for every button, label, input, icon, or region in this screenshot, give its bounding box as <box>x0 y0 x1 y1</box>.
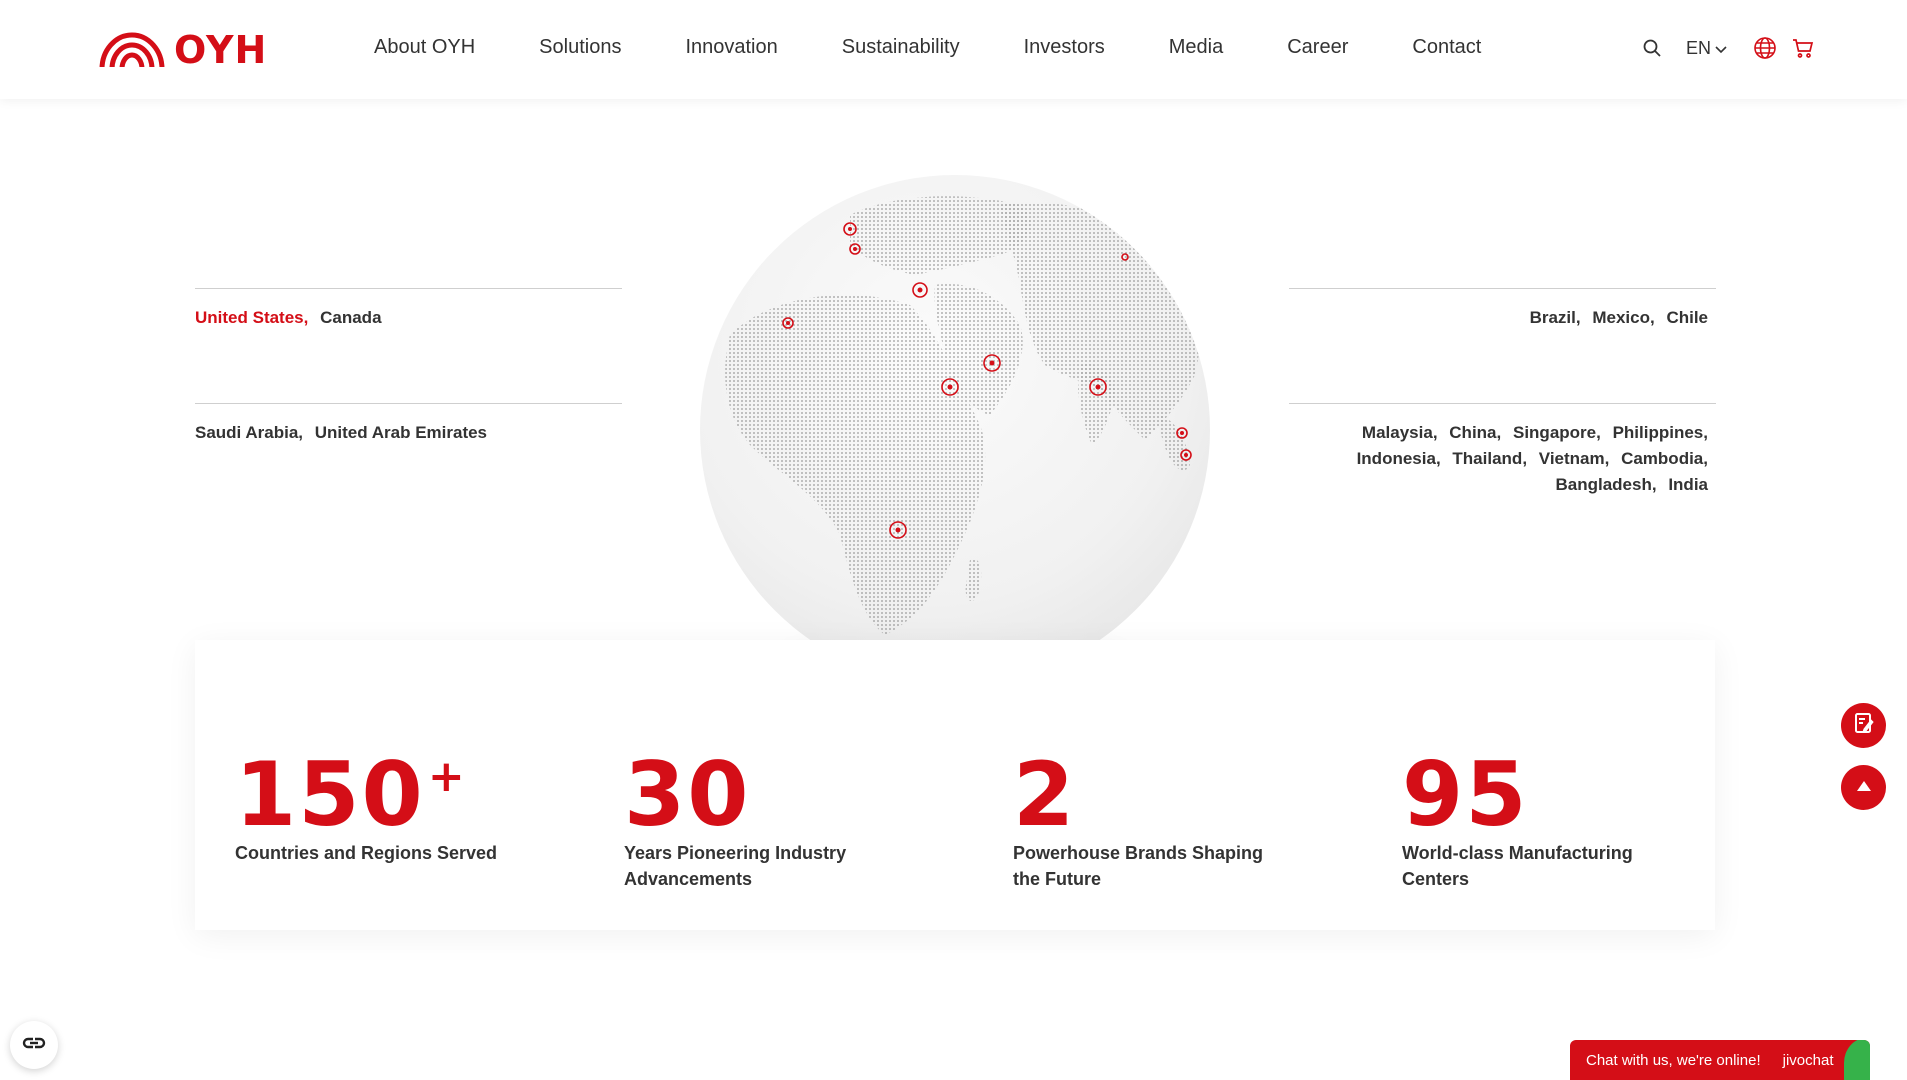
accessibility-button[interactable] <box>10 1021 58 1069</box>
cart-icon[interactable] <box>1791 36 1815 60</box>
arrow-up-icon <box>1856 779 1872 797</box>
inquiry-form-button[interactable] <box>1841 703 1886 748</box>
country-malaysia[interactable]: Malaysia, <box>1362 423 1438 442</box>
stat-label: World-class Manufacturing Centers <box>1402 843 1633 889</box>
stat-countries: 150 + Countries and Regions Served <box>235 750 497 866</box>
chevron-down-icon <box>1715 38 1727 59</box>
logo-arc-icon <box>98 32 168 71</box>
chat-text: Chat with us, we're online! <box>1586 1051 1761 1069</box>
edit-form-icon <box>1852 711 1876 740</box>
stats-card: 150 + Countries and Regions Served 30 Yea… <box>195 640 1715 930</box>
oyh-logo[interactable]: OYH <box>98 28 267 72</box>
country-saudi-arabia[interactable]: Saudi Arabia, <box>195 423 303 442</box>
country-thailand[interactable]: Thailand, <box>1452 449 1527 468</box>
region-list-north-america: United States, Canada <box>195 288 622 331</box>
language-selector[interactable]: EN <box>1686 38 1727 59</box>
nav-contact[interactable]: Contact <box>1412 36 1481 59</box>
search-icon[interactable] <box>1640 36 1664 60</box>
chat-status-indicator <box>1844 1040 1870 1080</box>
nav-sustainability[interactable]: Sustainability <box>842 36 960 59</box>
accessibility-icon <box>21 1035 47 1056</box>
nav-career[interactable]: Career <box>1287 36 1348 59</box>
country-brazil[interactable]: Brazil, <box>1530 308 1581 327</box>
stat-number: 150 + <box>235 750 465 840</box>
site-header: OYH About OYH Solutions Innovation Susta… <box>0 0 1907 99</box>
header-tools: EN <box>1640 36 1815 60</box>
back-to-top-button[interactable] <box>1841 765 1886 810</box>
region-list-asia: Malaysia, China, Singapore, Philippines,… <box>1289 403 1716 498</box>
logo-text: OYH <box>174 28 268 72</box>
stat-brands: 2 Powerhouse Brands Shaping the Future <box>1013 750 1263 892</box>
country-mexico[interactable]: Mexico, <box>1592 308 1654 327</box>
globe-icon[interactable] <box>1753 36 1777 60</box>
country-singapore[interactable]: Singapore, <box>1513 423 1601 442</box>
world-globe <box>700 175 1210 640</box>
stat-years: 30 Years Pioneering Industry Advancements <box>624 750 846 892</box>
nav-investors[interactable]: Investors <box>1024 36 1105 59</box>
country-china[interactable]: China, <box>1449 423 1501 442</box>
nav-innovation[interactable]: Innovation <box>685 36 777 59</box>
nav-solutions[interactable]: Solutions <box>539 36 621 59</box>
country-india[interactable]: India <box>1668 475 1708 494</box>
country-cambodia[interactable]: Cambodia, <box>1621 449 1708 468</box>
stat-number: 2 <box>1013 743 1077 846</box>
stat-plus-sign: + <box>427 751 467 802</box>
stat-label: Powerhouse Brands Shaping the Future <box>1013 843 1264 889</box>
country-bangladesh[interactable]: Bangladesh, <box>1556 475 1657 494</box>
region-list-middle-east: Saudi Arabia, United Arab Emirates <box>195 403 622 446</box>
stat-number: 30 <box>624 743 751 846</box>
country-vietnam[interactable]: Vietnam, <box>1539 449 1610 468</box>
nav-about[interactable]: About OYH <box>374 36 475 59</box>
country-uae[interactable]: United Arab Emirates <box>315 423 487 442</box>
country-indonesia[interactable]: Indonesia, <box>1357 449 1441 468</box>
nav-media[interactable]: Media <box>1169 36 1223 59</box>
language-label: EN <box>1686 37 1712 58</box>
region-list-latin-america: Brazil, Mexico, Chile <box>1289 288 1716 331</box>
country-philippines[interactable]: Philippines, <box>1613 423 1708 442</box>
chat-brand: jivochat <box>1782 1051 1834 1069</box>
country-canada[interactable]: Canada <box>320 308 381 327</box>
stat-number: 95 <box>1402 743 1529 846</box>
stat-label: Years Pioneering Industry Advancements <box>624 843 847 889</box>
chat-widget[interactable]: Chat with us, we're online! jivochat <box>1570 1040 1870 1080</box>
stat-manufacturing: 95 World-class Manufacturing Centers <box>1402 750 1633 892</box>
country-chile[interactable]: Chile <box>1666 308 1708 327</box>
main-nav: About OYH Solutions Innovation Sustainab… <box>374 36 1481 59</box>
country-united-states[interactable]: United States, <box>195 308 308 327</box>
